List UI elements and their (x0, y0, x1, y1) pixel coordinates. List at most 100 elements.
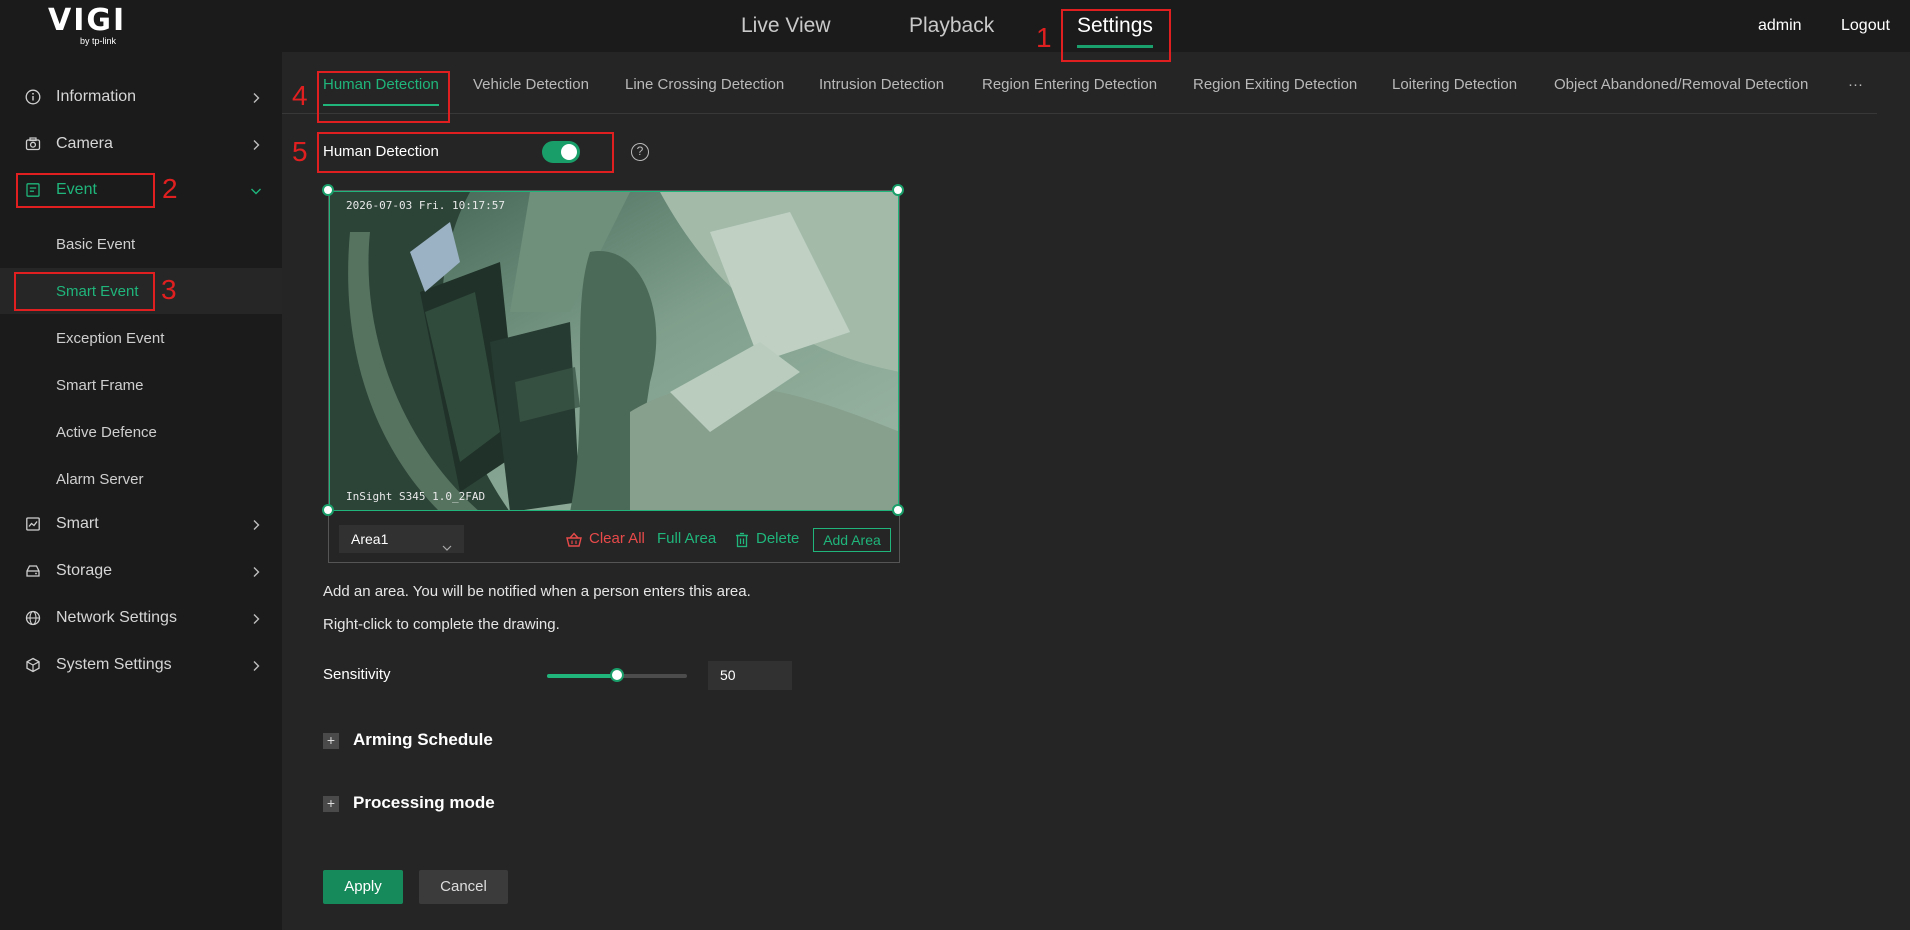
nav-active-underline (1077, 45, 1153, 48)
area-select-value: Area1 (351, 531, 389, 547)
slider-thumb[interactable] (610, 668, 624, 682)
area-hint-text: Add an area. You will be notified when a… (323, 583, 751, 600)
chevron-down-icon (442, 534, 452, 551)
chevron-right-icon (250, 565, 262, 577)
sidebar-item-camera[interactable]: Camera (0, 121, 282, 167)
chevron-right-icon (250, 518, 262, 530)
tab-loitering-detection[interactable]: Loitering Detection (1392, 76, 1517, 93)
chevron-right-icon (250, 659, 262, 671)
storage-icon (24, 562, 42, 580)
vigi-logo[interactable]: VIGI by tp-link (48, 3, 132, 47)
area-handle-top-right[interactable] (892, 184, 904, 196)
nav-playback[interactable]: Playback (909, 0, 994, 52)
add-area-button[interactable]: Add Area (813, 528, 891, 552)
clear-all-label: Clear All (589, 530, 645, 547)
tab-active-underline (323, 104, 439, 106)
sensitivity-label: Sensitivity (323, 666, 391, 683)
cube-icon (24, 656, 42, 674)
chevron-right-icon (250, 612, 262, 624)
sidebar-sub-smart-frame[interactable]: Smart Frame (0, 362, 282, 408)
sidebar-sub-label: Basic Event (56, 235, 136, 253)
human-detection-label: Human Detection (323, 143, 439, 160)
sensitivity-input[interactable]: 50 (708, 661, 792, 690)
nav-live-view[interactable]: Live View (741, 0, 831, 52)
full-area-button[interactable]: Full Area (657, 525, 716, 553)
sidebar-item-label: Network Settings (56, 609, 177, 626)
sensitivity-slider[interactable] (547, 668, 687, 682)
sidebar-item-label: Camera (56, 135, 113, 152)
chevron-right-icon (250, 91, 262, 103)
top-header: VIGI by tp-link Live View Playback Setti… (0, 0, 1910, 52)
sidebar-item-smart[interactable]: Smart (0, 501, 282, 547)
delete-button[interactable]: Delete (734, 525, 799, 553)
cancel-button[interactable]: Cancel (419, 870, 508, 904)
clear-all-button[interactable]: Clear All (565, 525, 645, 553)
section-title: Processing mode (353, 793, 495, 812)
tab-region-entering-detection[interactable]: Region Entering Detection (982, 76, 1157, 93)
sidebar-item-system-settings[interactable]: System Settings (0, 642, 282, 688)
sidebar-sub-basic-event[interactable]: Basic Event (0, 221, 282, 267)
sidebar-sub-active-defence[interactable]: Active Defence (0, 409, 282, 455)
expand-icon: + (323, 733, 339, 749)
basket-icon (566, 532, 582, 547)
sidebar-item-network-settings[interactable]: Network Settings (0, 595, 282, 641)
sidebar-sub-label: Exception Event (56, 329, 165, 347)
sidebar-item-label: Smart (56, 515, 99, 532)
sidebar-sub-exception-event[interactable]: Exception Event (0, 315, 282, 361)
sidebar-item-label: Event (56, 181, 97, 198)
camera-scene-image (330, 192, 898, 510)
slider-fill (547, 674, 617, 678)
tab-human-detection[interactable]: Human Detection (323, 76, 439, 106)
sidebar-item-label: Information (56, 88, 137, 105)
info-icon (24, 88, 42, 106)
video-timestamp: 2026-07-03 Fri. 10:17:57 (346, 199, 505, 212)
delete-label: Delete (756, 530, 800, 547)
expand-icon: + (323, 796, 339, 812)
detection-tabs: Human Detection Vehicle Detection Line C… (282, 52, 1877, 114)
tab-intrusion-detection[interactable]: Intrusion Detection (819, 76, 944, 93)
logo-main-text: VIGI (48, 3, 127, 38)
tab-line-crossing-detection[interactable]: Line Crossing Detection (625, 76, 784, 93)
apply-button[interactable]: Apply (323, 870, 403, 904)
smart-icon (24, 515, 42, 533)
area-handle-top-left[interactable] (322, 184, 334, 196)
sidebar-sub-label: Smart Event (56, 282, 139, 300)
sidebar-item-information[interactable]: Information (0, 74, 282, 120)
tabs-more-button[interactable]: ··· (1848, 76, 1863, 93)
drawing-hint-text: Right-click to complete the drawing. (323, 616, 560, 633)
nav-settings[interactable]: Settings (1077, 0, 1153, 52)
chevron-right-icon (250, 138, 262, 150)
human-detection-toggle-row: Human Detection ? (323, 138, 649, 168)
camera-preview[interactable]: 2026-07-03 Fri. 10:17:57 InSight S345 1.… (329, 191, 899, 511)
user-name[interactable]: admin (1758, 0, 1802, 52)
trash-icon (736, 532, 748, 548)
chevron-down-icon (250, 184, 262, 196)
sidebar-item-label: Storage (56, 562, 113, 579)
tab-object-abandoned-removal-detection[interactable]: Object Abandoned/Removal Detection (1554, 76, 1808, 93)
event-icon (24, 181, 42, 199)
detection-area-panel: 2026-07-03 Fri. 10:17:57 InSight S345 1.… (322, 184, 904, 563)
sidebar-item-label: System Settings (56, 656, 172, 673)
camera-icon (24, 135, 42, 153)
sidebar-sub-smart-event[interactable]: Smart Event (0, 268, 282, 314)
tab-vehicle-detection[interactable]: Vehicle Detection (473, 76, 589, 93)
switch-knob (561, 144, 577, 160)
sidebar-item-event[interactable]: Event (0, 167, 282, 213)
logout-link[interactable]: Logout (1841, 0, 1890, 52)
nav-settings-label: Settings (1077, 14, 1153, 37)
sidebar-sub-label: Smart Frame (56, 376, 144, 394)
sidebar-sub-alarm-server[interactable]: Alarm Server (0, 456, 282, 502)
area-select[interactable]: Area1 (339, 525, 464, 553)
sidebar-sub-label: Active Defence (56, 423, 157, 441)
help-icon[interactable]: ? (631, 143, 649, 161)
sidebar-item-storage[interactable]: Storage (0, 548, 282, 594)
tab-label: Human Detection (323, 76, 439, 93)
globe-icon (24, 609, 42, 627)
main-content: Human Detection Vehicle Detection Line C… (282, 52, 1910, 930)
sidebar: Information Camera Event Basic Event Sma… (0, 52, 282, 930)
area-toolbar: Area1 Clear All Full Area Delete Add Are… (329, 513, 899, 563)
video-device-name: InSight S345 1.0_2FAD (346, 490, 486, 503)
tab-region-exiting-detection[interactable]: Region Exiting Detection (1193, 76, 1357, 93)
section-title: Arming Schedule (353, 730, 493, 749)
human-detection-switch[interactable] (542, 141, 580, 163)
